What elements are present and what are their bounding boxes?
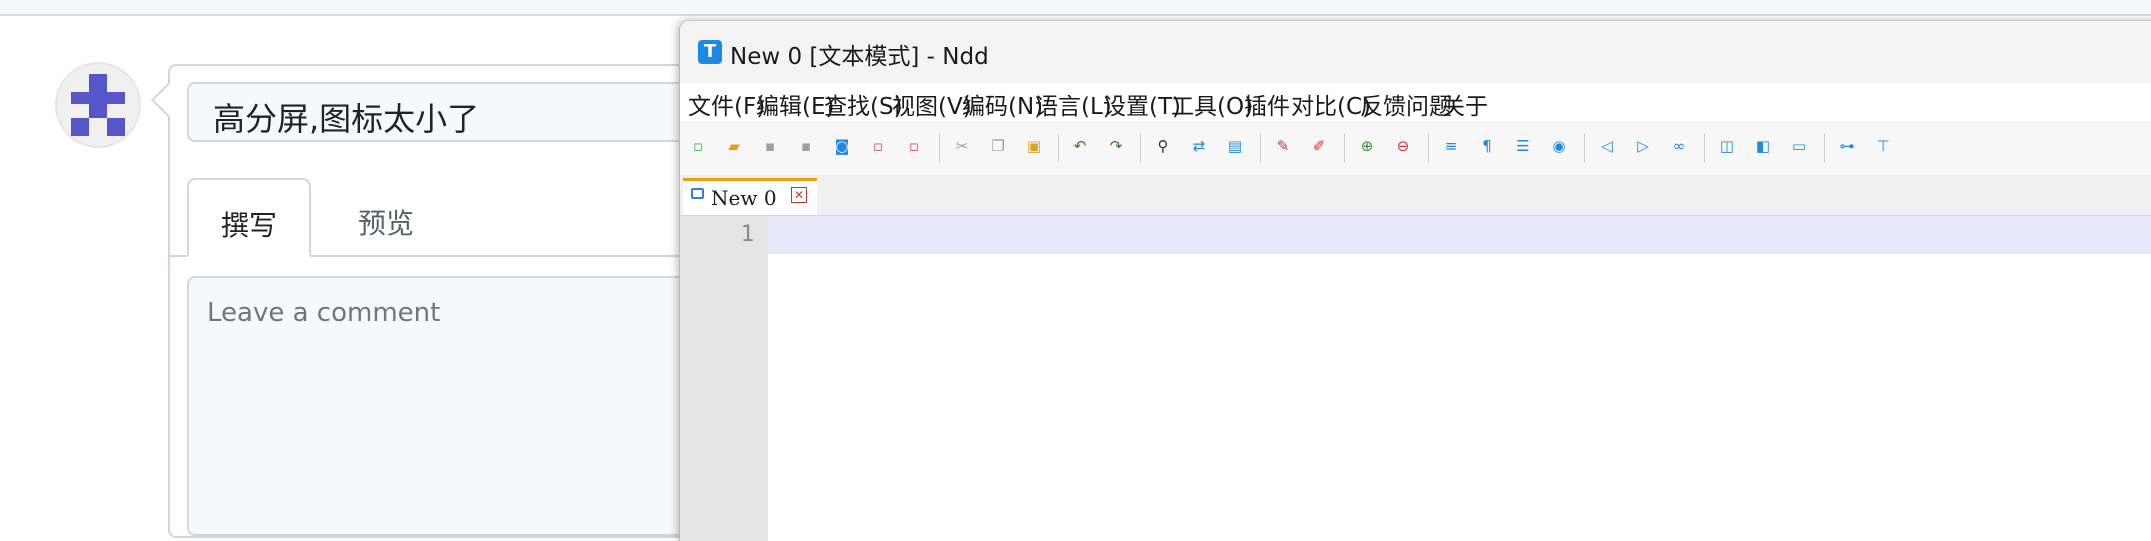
close-file-icon[interactable]: ▫ — [868, 136, 888, 156]
menu-settings[interactable]: 设置(T) — [1103, 87, 1181, 121]
toolbar-separator — [1824, 134, 1825, 162]
tab-write[interactable]: 撰写 — [187, 178, 311, 257]
next-icon[interactable]: ▷ — [1633, 136, 1653, 156]
menu-feedback[interactable]: 反馈问题 — [1360, 87, 1452, 121]
new-file-icon[interactable]: ▫ — [688, 136, 708, 156]
previous-icon[interactable]: ◁ — [1597, 136, 1617, 156]
menu-encoding[interactable]: 编码(N) — [962, 87, 1043, 121]
menu-tools[interactable]: 工具(O) — [1171, 87, 1253, 121]
window-titlebar[interactable]: T New 0 [文本模式] - Ndd — [680, 21, 2151, 83]
undo-icon[interactable]: ↶ — [1070, 136, 1090, 156]
toolbar-separator — [1428, 134, 1429, 162]
bookmark-icon[interactable]: ∞ — [1669, 136, 1689, 156]
reload-icon[interactable]: ◙ — [832, 136, 852, 156]
clear-mark-icon[interactable]: ✐ — [1309, 136, 1329, 156]
cut-icon[interactable]: ✂ — [952, 136, 972, 156]
toolbar-separator — [1584, 134, 1585, 162]
menu-file[interactable]: 文件(F) — [688, 87, 765, 121]
zoom-out-icon[interactable]: ⊖ — [1393, 136, 1413, 156]
replace-icon[interactable]: ⇄ — [1189, 136, 1209, 156]
paste-icon[interactable]: ▣ — [1024, 136, 1044, 156]
tab-preview[interactable]: 预览 — [336, 178, 436, 257]
document-icon — [691, 188, 704, 199]
word-wrap-icon[interactable]: ≡ — [1441, 136, 1461, 156]
compare-dir-icon[interactable]: ◧ — [1753, 136, 1773, 156]
menu-bar: 文件(F) 编辑(E) 查找(S) 视图(V) 编码(N) 语言(L) 设置(T… — [680, 83, 2151, 121]
ndd-editor-window: T New 0 [文本模式] - Ndd 文件(F) 编辑(E) 查找(S) 视… — [679, 20, 2151, 541]
menu-compare[interactable]: 对比(C) — [1291, 87, 1371, 121]
save-icon[interactable]: ▪ — [760, 136, 780, 156]
goto-line-icon[interactable]: ▤ — [1225, 136, 1245, 156]
show-symbols-icon[interactable]: ¶ — [1477, 136, 1497, 156]
menu-edit[interactable]: 编辑(E) — [756, 87, 834, 121]
line-number: 1 — [740, 222, 754, 247]
window-title: New 0 [文本模式] - Ndd — [730, 44, 989, 70]
close-tab-icon[interactable]: ✕ — [791, 187, 807, 203]
indent-guide-icon[interactable]: ☰ — [1513, 136, 1533, 156]
tree-icon[interactable]: ⊶ — [1837, 136, 1857, 156]
menu-about[interactable]: 关于 — [1442, 87, 1488, 121]
toolbar-separator — [1704, 134, 1705, 162]
user-avatar[interactable] — [55, 62, 141, 148]
ndd-app-icon: T — [698, 40, 722, 64]
document-tab[interactable]: New 0 ✕ — [683, 178, 817, 215]
browser-top-strip — [0, 0, 2151, 16]
open-file-icon[interactable]: ▰ — [724, 136, 744, 156]
line-number-gutter: 1 — [680, 216, 768, 541]
document-tab-label: New 0 — [711, 186, 777, 210]
text-editor[interactable]: 1 — [680, 216, 2151, 541]
menu-find[interactable]: 查找(S) — [824, 87, 903, 121]
toolbar-separator — [1260, 134, 1261, 162]
redo-icon[interactable]: ↷ — [1106, 136, 1126, 156]
zoom-in-icon[interactable]: ⊕ — [1357, 136, 1377, 156]
menu-language[interactable]: 语言(L) — [1035, 87, 1112, 121]
identicon-icon — [71, 74, 125, 136]
toolbar-separator — [1140, 134, 1141, 162]
copy-icon[interactable]: ❐ — [988, 136, 1008, 156]
binary-icon[interactable]: ▭ — [1789, 136, 1809, 156]
menu-view[interactable]: 视图(V) — [892, 87, 972, 121]
focus-icon[interactable]: ◉ — [1549, 136, 1569, 156]
text-mode-icon[interactable]: ⊤ — [1873, 136, 1893, 156]
compare-file-icon[interactable]: ◫ — [1717, 136, 1737, 156]
toolbar: ▫ ▰ ▪ ▪ ◙ ▫ ▫ ✂ ❐ ▣ ↶ ↷ ⚲ ⇄ ▤ ✎ ✐ ⊕ ⊖ ≡ … — [680, 121, 2151, 175]
close-all-icon[interactable]: ▫ — [904, 136, 924, 156]
toolbar-separator — [1344, 134, 1345, 162]
mark-icon[interactable]: ✎ — [1273, 136, 1293, 156]
document-tab-bar: New 0 ✕ — [680, 175, 2151, 216]
toolbar-separator — [1058, 134, 1059, 162]
menu-plugins[interactable]: 插件 — [1244, 87, 1290, 121]
current-line-highlight[interactable] — [768, 216, 2151, 254]
toolbar-separator — [939, 134, 940, 162]
save-all-icon[interactable]: ▪ — [796, 136, 816, 156]
find-icon[interactable]: ⚲ — [1153, 136, 1173, 156]
